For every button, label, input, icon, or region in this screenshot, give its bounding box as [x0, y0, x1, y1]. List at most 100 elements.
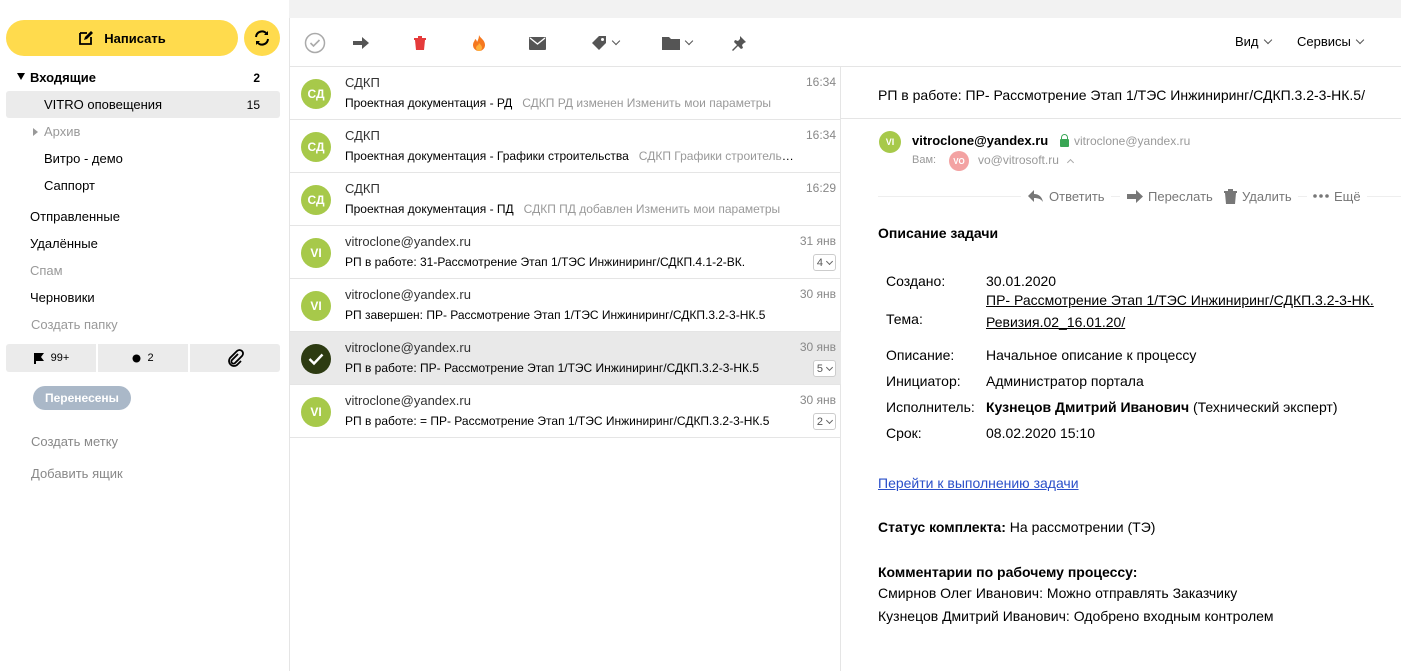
create-label-link[interactable]: Создать метку: [31, 434, 118, 449]
reply-icon: [1028, 190, 1043, 202]
thread-count-button[interactable]: 2: [812, 413, 836, 430]
message-subject-title: РП в работе: ПР- Рассмотрение Этап 1/ТЭС…: [878, 87, 1365, 103]
selected-check-icon[interactable]: [301, 344, 331, 374]
folder-label: Отправленные: [30, 209, 120, 224]
folder-count: 15: [246, 97, 260, 112]
message-row[interactable]: СД СДКП 16:34 Проектная документация - Р…: [290, 67, 841, 120]
filter-bar: 99+ 2: [6, 344, 280, 372]
folder-label: Создать папку: [31, 317, 118, 332]
folder-spam[interactable]: Спам: [6, 257, 280, 284]
folder-vitro-demo[interactable]: Витро - демо: [6, 145, 280, 172]
arrow-right-icon: [353, 37, 369, 49]
message-row[interactable]: СД СДКП 16:34 Проектная документация - Г…: [290, 120, 841, 173]
select-all-button[interactable]: [304, 32, 326, 54]
services-label: Сервисы: [1297, 34, 1351, 49]
folder-support[interactable]: Саппорт: [6, 172, 280, 199]
folder-vitro-notifications[interactable]: VITRO оповещения 15: [6, 91, 280, 118]
more-button[interactable]: Ещё: [1307, 187, 1367, 205]
thread-count: 2: [816, 415, 823, 428]
sender-name[interactable]: vitroclone@yandex.ru: [912, 133, 1048, 148]
message-row[interactable]: VI vitroclone@yandex.ru 31 янв РП в рабо…: [290, 226, 841, 279]
topic-link[interactable]: ПР- Рассмотрение Этап 1/ТЭС Инжиниринг/С…: [986, 292, 1374, 308]
status-value: На рассмотрении (ТЭ): [1009, 519, 1156, 535]
message-date: 30 янв: [799, 393, 836, 407]
dot-icon: [132, 354, 141, 362]
arrow-right-icon: [1127, 189, 1143, 203]
chevron-down-icon: [1263, 35, 1272, 44]
message-subject: РП в работе: 31-Рассмотрение Этап 1/ТЭС …: [345, 255, 746, 269]
recipient-avatar[interactable]: VO: [949, 151, 969, 171]
message-date: 30 янв: [799, 340, 836, 354]
sender-avatar[interactable]: VI: [879, 131, 901, 153]
folder-label: Входящие: [30, 70, 96, 85]
avatar: VI: [301, 397, 331, 427]
message-subject: РП завершен: ПР- Рассмотрение Этап 1/ТЭС…: [345, 308, 766, 322]
move-folder-button[interactable]: [662, 32, 694, 54]
message-row[interactable]: СД СДКП 16:29 Проектная документация - П…: [290, 173, 841, 226]
message-from: vitroclone@yandex.ru: [345, 393, 471, 408]
message-row[interactable]: VI vitroclone@yandex.ru 30 янв РП заверш…: [290, 279, 841, 332]
check-circle-icon: [304, 32, 326, 54]
filter-attachments[interactable]: [190, 344, 280, 372]
view-dropdown[interactable]: Вид: [1235, 34, 1272, 49]
filter-unread-count: 2: [147, 352, 154, 364]
compose-button[interactable]: Написать: [6, 20, 238, 56]
folder-label: VITRO оповещения: [44, 97, 163, 112]
services-dropdown[interactable]: Сервисы: [1297, 34, 1365, 49]
chevron-down-icon: [611, 36, 621, 46]
topic-link-cont[interactable]: Ревизия.02_16.01.20/: [986, 314, 1125, 330]
executor-role: (Технический эксперт): [1192, 399, 1338, 415]
more-dots-icon: [1313, 194, 1329, 198]
folder-label: Саппорт: [44, 178, 95, 193]
forward-message-button[interactable]: Переслать: [1120, 187, 1219, 205]
add-mailbox-link[interactable]: Добавить ящик: [31, 466, 123, 481]
sender-address-text: vitroclone@yandex.ru: [1074, 134, 1191, 148]
avatar: VI: [301, 238, 331, 268]
message-row[interactable]: VI vitroclone@yandex.ru 30 янв РП в рабо…: [290, 385, 841, 438]
folder-inbox[interactable]: Входящие 2: [6, 64, 280, 91]
thread-count-button[interactable]: 4: [812, 254, 836, 271]
folder-archive[interactable]: Архив: [6, 118, 280, 145]
spam-button[interactable]: [471, 32, 487, 54]
chevron-up-icon[interactable]: [1066, 158, 1074, 166]
mark-read-button[interactable]: [529, 32, 546, 54]
message-date: 31 янв: [799, 234, 836, 248]
chevron-down-icon: [1355, 35, 1365, 44]
delete-button[interactable]: [413, 32, 427, 54]
folder-drafts[interactable]: Черновики: [6, 284, 280, 311]
goto-task-link[interactable]: Перейти к выполнению задачи: [878, 475, 1079, 491]
label-moved[interactable]: Перенесены: [33, 386, 131, 410]
folder-sent[interactable]: Отправленные: [6, 203, 280, 230]
create-folder-link[interactable]: Создать папку: [6, 311, 280, 338]
divider: [841, 118, 1401, 119]
recipient-address[interactable]: vo@vitrosoft.ru: [978, 153, 1074, 167]
message-from: СДКП: [345, 181, 380, 196]
label-button[interactable]: [591, 32, 621, 54]
expand-arrow-icon[interactable]: [33, 128, 38, 136]
info-value: Начальное описание к процессу: [986, 347, 1197, 363]
thread-count: 5: [816, 362, 823, 375]
thread-count-button[interactable]: 5: [812, 360, 836, 377]
trash-icon: [1224, 188, 1237, 204]
forward-button[interactable]: [352, 32, 370, 54]
message-snippet: СДКП ПД добавлен Изменить мои параметры: [523, 202, 781, 216]
message-line: Проектная документация - Графики строите…: [345, 149, 795, 163]
folder-deleted[interactable]: Удалённые: [6, 230, 280, 257]
chevron-down-icon: [684, 36, 694, 46]
folder-label: Витро - демо: [44, 151, 123, 166]
message-list: СД СДКП 16:34 Проектная документация - Р…: [290, 67, 841, 671]
refresh-button[interactable]: [244, 20, 280, 56]
info-value: Администратор портала: [986, 373, 1144, 389]
pin-button[interactable]: [731, 32, 747, 54]
reply-button[interactable]: Ответить: [1021, 187, 1111, 205]
more-label: Ещё: [1334, 188, 1361, 204]
collapse-arrow-icon[interactable]: [17, 73, 25, 80]
chevron-down-icon: [825, 257, 834, 265]
filter-flagged[interactable]: 99+: [6, 344, 96, 372]
tag-icon: [592, 36, 606, 50]
filter-unread[interactable]: 2: [98, 344, 188, 372]
avatar: VI: [301, 291, 331, 321]
delete-message-button[interactable]: Удалить: [1218, 187, 1298, 205]
message-row-selected[interactable]: vitroclone@yandex.ru 30 янв РП в работе:…: [290, 332, 841, 385]
avatar: СД: [301, 79, 331, 109]
